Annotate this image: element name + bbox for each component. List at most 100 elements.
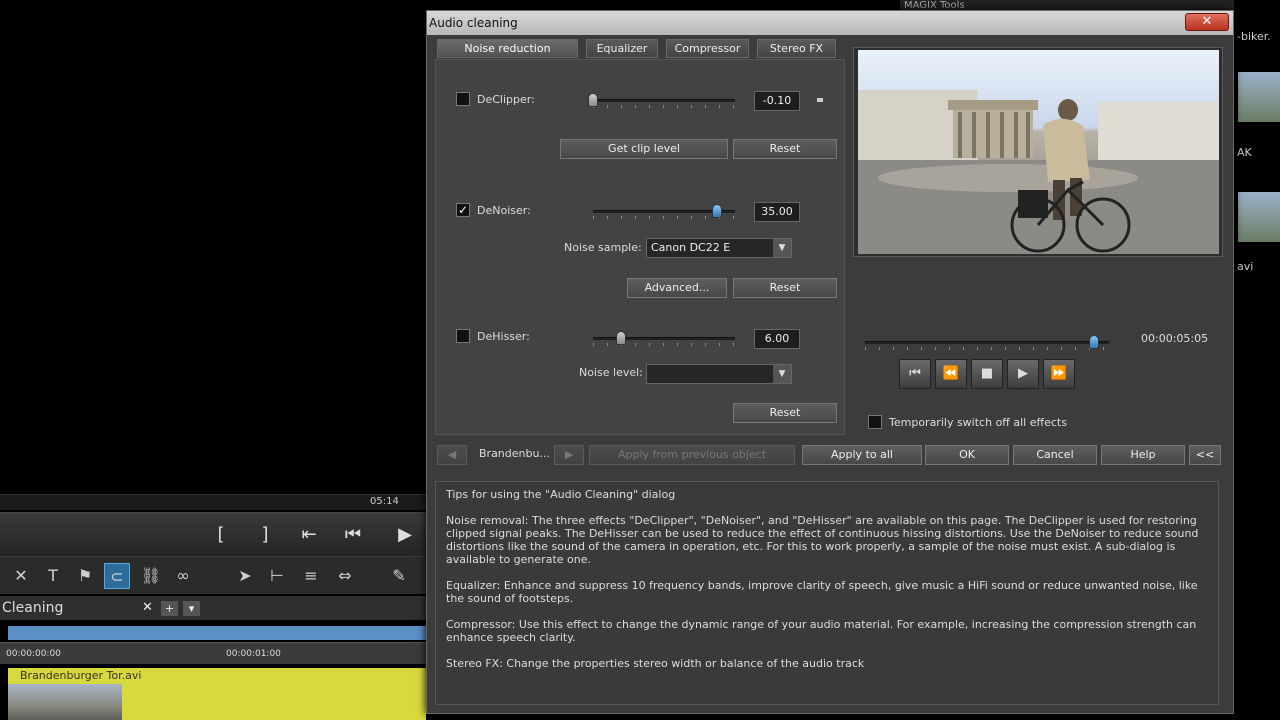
help-button[interactable]: Help <box>1101 445 1185 465</box>
close-tab-icon[interactable]: ✕ <box>142 600 153 615</box>
timeline-ruler[interactable]: 00:00:00:00 00:00:01:00 <box>0 642 426 664</box>
dehisser-reset-button[interactable]: Reset <box>733 403 837 423</box>
play-icon[interactable]: ▶ <box>1007 359 1039 389</box>
declipper-checkbox[interactable] <box>456 92 470 106</box>
media-thumbnail[interactable] <box>1238 72 1280 122</box>
clip-indicator <box>817 98 823 102</box>
get-clip-level-button[interactable]: Get clip level <box>560 139 728 159</box>
mark-out-button[interactable]: ] <box>248 521 282 549</box>
denoiser-reset-button[interactable]: Reset <box>733 278 837 298</box>
fast-forward-icon[interactable]: ⏩ <box>1043 359 1075 389</box>
group-icon[interactable]: ⊂ <box>104 563 130 589</box>
range-bar[interactable] <box>8 626 426 640</box>
switch-off-effects-checkbox[interactable] <box>868 415 882 429</box>
timecode-bar: 05:14 <box>0 494 426 510</box>
noise-sample-label: Noise sample: <box>564 241 642 254</box>
marker-flag-icon[interactable]: ⚑ <box>72 563 98 589</box>
apply-from-previous-button[interactable]: Apply from previous object <box>589 445 795 465</box>
link-icon[interactable]: ⛓ <box>138 563 164 589</box>
declipper-reset-button[interactable]: Reset <box>733 139 837 159</box>
title-icon[interactable]: T <box>40 563 66 589</box>
noise-reduction-panel: DeClipper: -0.10 Get clip level Reset ✓ … <box>435 59 845 435</box>
dehisser-slider-knob[interactable] <box>616 331 627 345</box>
pointer-icon[interactable]: ➤ <box>232 563 258 589</box>
stop-icon[interactable]: ■ <box>971 359 1003 389</box>
position-slider[interactable] <box>865 335 1109 353</box>
declipper-value[interactable]: -0.10 <box>754 91 800 111</box>
preview-monitor <box>853 47 1223 257</box>
dialog-title: Audio cleaning <box>429 16 518 30</box>
object-name: Brandenbu... <box>479 447 550 460</box>
transport-bar: [ ] ⇤ ⏮ ▶ <box>0 512 426 556</box>
declipper-slider-knob[interactable] <box>588 93 598 107</box>
edit-toolbar: ✕ T ⚑ ⊂ ⛓ ∞ ➤ ⊢ ≡ ⇔ ✎ <box>0 556 426 594</box>
delete-icon[interactable]: ✕ <box>8 563 34 589</box>
declipper-slider[interactable] <box>588 93 735 109</box>
project-tab-bar: Cleaning ✕ + ▾ <box>0 596 426 620</box>
clip-thumbnail <box>8 684 122 720</box>
advanced-button[interactable]: Advanced... <box>627 278 727 298</box>
dehisser-slider[interactable] <box>593 331 735 347</box>
tips-compressor: Compressor: Use this effect to change th… <box>446 618 1197 644</box>
tips-noise-removal: Noise removal: The three effects "DeClip… <box>446 514 1199 566</box>
timecode: 05:14 <box>370 496 399 507</box>
denoiser-value[interactable]: 35.00 <box>754 202 800 222</box>
razor-icon[interactable]: ✎ <box>386 563 412 589</box>
previous-marker-icon[interactable]: ⏮ <box>336 521 370 549</box>
next-object-arrow-icon[interactable]: ▶ <box>554 445 584 465</box>
dialog-titlebar[interactable]: Audio cleaning ✕ <box>427 11 1233 35</box>
ruler-label-mid: 00:00:01:00 <box>226 649 281 659</box>
skip-to-start-icon[interactable]: ⏮ <box>899 359 931 389</box>
tab-stereo-fx[interactable]: Stereo FX <box>757 39 836 58</box>
collapse-button[interactable]: << <box>1189 445 1221 465</box>
brandenburg-gate-scene <box>858 90 1219 254</box>
unlink-icon[interactable]: ∞ <box>170 563 196 589</box>
cancel-button[interactable]: Cancel <box>1013 445 1097 465</box>
dehisser-value[interactable]: 6.00 <box>754 329 800 349</box>
position-slider-knob[interactable] <box>1089 335 1100 349</box>
media-thumbnail[interactable] <box>1238 192 1280 242</box>
ruler-label-start: 00:00:00:00 <box>6 649 61 659</box>
timeline-clip[interactable]: Brandenburger Tor.avi <box>8 668 426 720</box>
denoiser-slider[interactable] <box>593 204 735 220</box>
close-button[interactable]: ✕ <box>1185 13 1229 31</box>
tips-equalizer: Equalizer: Enhance and suppress 10 frequ… <box>446 579 1198 605</box>
ok-button[interactable]: OK <box>925 445 1009 465</box>
play-icon[interactable]: ▶ <box>388 521 422 549</box>
switch-off-effects-label: Temporarily switch off all effects <box>889 416 1067 429</box>
dehisser-checkbox[interactable] <box>456 329 470 343</box>
declipper-label: DeClipper: <box>477 93 535 106</box>
denoiser-slider-knob[interactable] <box>711 204 722 218</box>
mark-in-button[interactable]: [ <box>204 521 238 549</box>
noise-sample-value: Canon DC22 E <box>651 241 731 254</box>
rewind-icon[interactable]: ⏪ <box>935 359 967 389</box>
denoiser-checkbox[interactable]: ✓ <box>456 203 470 217</box>
media-label-1: -biker. <box>1237 30 1271 43</box>
tips-panel: Tips for using the "Audio Cleaning" dial… <box>435 481 1219 705</box>
tips-title: Tips for using the "Audio Cleaning" dial… <box>446 488 676 501</box>
main-video-preview <box>0 0 426 494</box>
playback-time: 00:00:05:05 <box>1141 332 1209 345</box>
tab-noise-reduction[interactable]: Noise reduction <box>437 39 578 58</box>
noise-level-select[interactable]: ▼ <box>646 364 792 384</box>
media-label-3: avi <box>1237 260 1254 273</box>
trim-icon[interactable]: ⊢ <box>264 563 290 589</box>
tab-equalizer[interactable]: Equalizer <box>586 39 658 58</box>
denoiser-label: DeNoiser: <box>477 204 531 217</box>
video-preview-image <box>858 50 1219 254</box>
project-tab-cleaning[interactable]: Cleaning <box>2 600 63 616</box>
go-to-start-icon[interactable]: ⇤ <box>292 521 326 549</box>
media-pool-edge: -biker. AK avi <box>1234 0 1280 720</box>
previous-object-arrow-icon[interactable]: ◀ <box>437 445 467 465</box>
chevron-down-icon[interactable]: ▼ <box>773 239 791 257</box>
multi-trim-icon[interactable]: ≡ <box>298 563 324 589</box>
stretch-icon[interactable]: ⇔ <box>332 563 358 589</box>
add-tab-icon[interactable]: + <box>161 601 178 616</box>
noise-level-label: Noise level: <box>579 366 643 379</box>
chevron-down-icon[interactable]: ▼ <box>773 365 791 383</box>
apply-to-all-button[interactable]: Apply to all <box>802 445 922 465</box>
noise-sample-select[interactable]: Canon DC22 E ▼ <box>646 238 792 258</box>
audio-cleaning-dialog: Audio cleaning ✕ Noise reduction Equaliz… <box>426 10 1234 714</box>
tab-compressor[interactable]: Compressor <box>666 39 749 58</box>
tab-menu-icon[interactable]: ▾ <box>183 601 200 616</box>
